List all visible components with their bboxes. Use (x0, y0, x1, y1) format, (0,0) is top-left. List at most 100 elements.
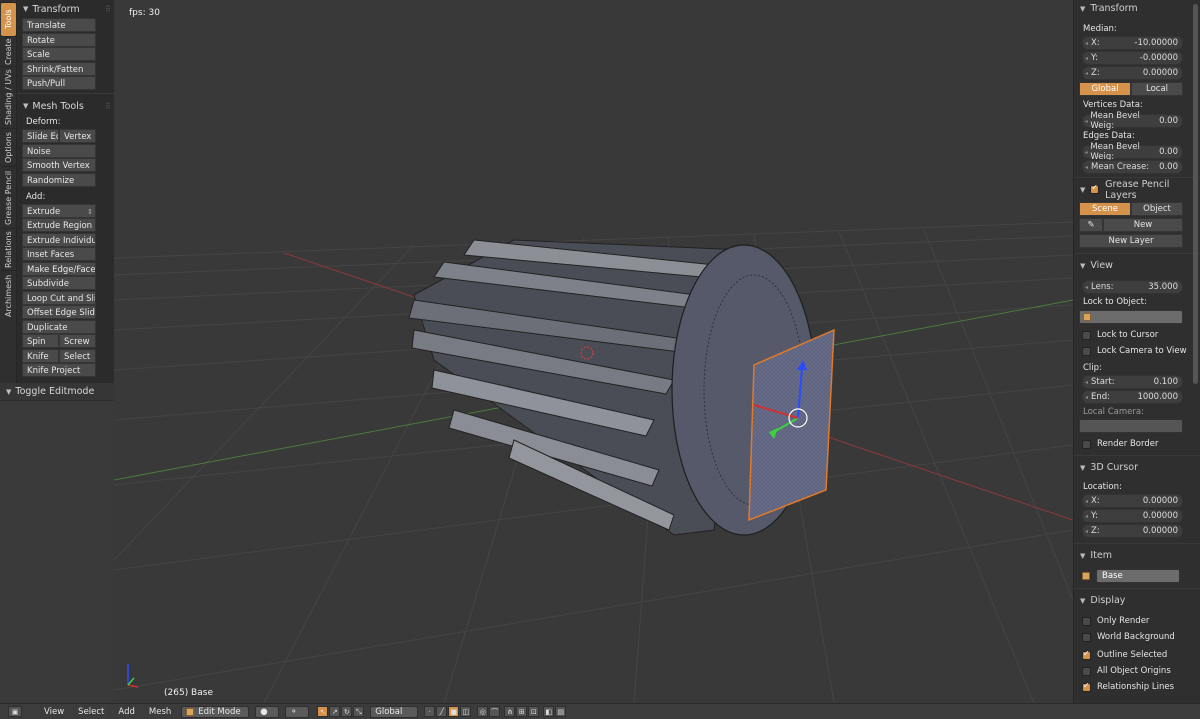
decrement-arrow-icon[interactable]: ◂ (1083, 40, 1090, 47)
decrement-arrow-icon[interactable]: ◂ (1083, 379, 1090, 386)
decrement-arrow-icon[interactable]: ◂ (1083, 55, 1090, 62)
tab-grease-pencil[interactable]: Grease Pencil (1, 166, 16, 228)
noise-button[interactable]: Noise (22, 143, 96, 158)
mean-crease-field[interactable]: ◂ Mean Crease: 0.00 (1082, 160, 1183, 174)
transform-panel-header[interactable]: ▼ Transform ⠿ (17, 0, 114, 18)
cursor-z-field[interactable]: ◂ Z: 0.00000 (1082, 524, 1183, 538)
decrement-arrow-icon[interactable]: ◂ (1083, 528, 1090, 535)
median-y-field[interactable]: ◂ Y: -0.00000 (1082, 51, 1183, 65)
screw-button[interactable]: Screw (59, 334, 96, 348)
shrink-fatten-button[interactable]: Shrink/Fatten (22, 61, 96, 76)
outline-selected-row[interactable]: Outline Selected (1074, 647, 1200, 663)
redo-panel-header[interactable]: ▼ Toggle Editmode (0, 383, 114, 401)
world-background-checkbox[interactable] (1082, 632, 1091, 642)
properties-scrollbar[interactable] (1193, 4, 1198, 384)
scale-button[interactable]: Scale (22, 47, 96, 61)
3d-viewport[interactable]: fps: 30 (265) Base (114, 0, 1073, 703)
new-button[interactable]: New (1103, 218, 1183, 232)
display-section-header[interactable]: ▼ Display (1074, 592, 1200, 609)
offset-edge-slide-button[interactable]: Offset Edge Slide (22, 305, 96, 319)
duplicate-button[interactable]: Duplicate (22, 319, 96, 334)
local-camera-field[interactable] (1079, 419, 1183, 433)
lock-object-field[interactable] (1079, 310, 1183, 324)
edge-bevel-weight-field[interactable]: ◂ Mean Bevel Weig: 0.00 (1082, 142, 1183, 162)
local-button[interactable]: Local (1131, 82, 1183, 96)
snap-toggle-icon[interactable]: ⋔ (504, 706, 516, 717)
grease-pencil-checkbox[interactable] (1090, 183, 1100, 194)
decrement-arrow-icon[interactable]: ◂ (1083, 498, 1090, 505)
knife-select-button[interactable]: Select (59, 348, 96, 363)
make-edge-face-button[interactable]: Make Edge/Face (22, 261, 96, 276)
spin-button[interactable]: Spin (22, 334, 59, 348)
opengl-render-icon[interactable]: ▤ (555, 706, 567, 717)
transform-section-header[interactable]: ▼ Transform (1074, 0, 1200, 17)
extrude-dropdown[interactable]: Extrude (22, 203, 96, 218)
global-button[interactable]: Global (1079, 82, 1131, 96)
all-origins-checkbox[interactable] (1082, 666, 1091, 676)
3d-cursor-section-header[interactable]: ▼ 3D Cursor (1074, 459, 1200, 476)
tab-options[interactable]: Options (1, 128, 16, 166)
only-render-row[interactable]: Only Render (1074, 613, 1200, 629)
clip-end-field[interactable]: ◂ End: 1000.000 (1082, 390, 1183, 404)
snap-target-icon[interactable]: ⊡ (528, 706, 540, 717)
slide-edge-button[interactable]: Slide Ed (22, 129, 59, 143)
view-menu[interactable]: View (44, 707, 64, 717)
mode-dropdown[interactable]: Edit Mode (181, 705, 250, 718)
mesh-object[interactable] (408, 239, 835, 536)
drag-grip-icon[interactable]: ⠿ (105, 102, 111, 111)
pivot-dropdown[interactable]: ⚬ (285, 705, 310, 718)
translate-manipulator-icon[interactable]: ↗ (329, 706, 341, 717)
render-border-row[interactable]: Render Border (1074, 436, 1200, 452)
tab-relations[interactable]: Relations (1, 228, 16, 270)
view-section-header[interactable]: ▼ View (1074, 257, 1200, 274)
only-render-checkbox[interactable] (1082, 616, 1091, 626)
decrement-arrow-icon[interactable]: ◂ (1083, 70, 1090, 77)
lock-to-cursor-row[interactable]: Lock to Cursor (1074, 327, 1200, 343)
extrude-individual-button[interactable]: Extrude Individual (22, 232, 96, 247)
render-icon[interactable]: ◧ (543, 706, 555, 717)
tab-archimesh[interactable]: Archimesh (1, 270, 16, 320)
cursor-x-field[interactable]: ◂ X: 0.00000 (1082, 494, 1183, 508)
new-layer-button[interactable]: New Layer (1079, 234, 1183, 248)
scale-manipulator-icon[interactable]: ⤡ (353, 706, 365, 717)
decrement-arrow-icon[interactable]: ◂ (1083, 284, 1090, 291)
item-section-header[interactable]: ▼ Item (1074, 547, 1200, 564)
drag-grip-icon[interactable]: ⠿ (105, 5, 111, 14)
mesh-menu[interactable]: Mesh (149, 707, 171, 717)
select-menu[interactable]: Select (78, 707, 104, 717)
tab-create[interactable]: Create (1, 36, 16, 66)
viewport-scene[interactable] (114, 0, 1073, 703)
loop-cut-slide-button[interactable]: Loop Cut and Slide (22, 290, 96, 305)
randomize-button[interactable]: Randomize (22, 172, 96, 187)
rotate-button[interactable]: Rotate (22, 32, 96, 47)
manipulator-toggle-icon[interactable]: ↖ (317, 706, 329, 717)
shading-dropdown[interactable]: ● (255, 705, 280, 718)
tab-shading-uvs[interactable]: Shading / UVs (1, 66, 16, 128)
translate-button[interactable]: Translate (22, 18, 96, 32)
decrement-arrow-icon[interactable]: ◂ (1083, 513, 1090, 520)
push-pull-button[interactable]: Push/Pull (22, 76, 96, 90)
knife-project-button[interactable]: Knife Project (22, 363, 96, 377)
inset-faces-button[interactable]: Inset Faces (22, 247, 96, 261)
all-origins-row[interactable]: All Object Origins (1074, 663, 1200, 679)
lens-field[interactable]: ◂ Lens: 35.000 (1082, 280, 1183, 294)
object-button[interactable]: Object (1131, 202, 1183, 216)
snap-element-icon[interactable]: ⊞ (516, 706, 528, 717)
edge-select-icon[interactable]: ╱ (436, 706, 448, 717)
lock-camera-checkbox[interactable] (1082, 346, 1091, 356)
world-background-row[interactable]: World Background (1074, 629, 1200, 645)
orientation-dropdown[interactable]: Global (370, 705, 419, 718)
mesh-tools-panel-header[interactable]: ▼ Mesh Tools ⠿ (17, 97, 114, 115)
relationship-lines-row[interactable]: Relationship Lines (1074, 679, 1200, 695)
scene-button[interactable]: Scene (1079, 202, 1131, 216)
slide-vertex-button[interactable]: Vertex (59, 129, 96, 143)
clip-start-field[interactable]: ◂ Start: 0.100 (1082, 375, 1183, 389)
add-menu[interactable]: Add (118, 707, 134, 717)
vertex-bevel-weight-field[interactable]: ◂ Mean Bevel Weig: 0.00 (1082, 111, 1183, 131)
lock-to-cursor-checkbox[interactable] (1082, 330, 1091, 340)
extrude-region-button[interactable]: Extrude Region (22, 218, 96, 232)
outline-selected-checkbox[interactable] (1082, 649, 1091, 660)
proportional-falloff-icon[interactable]: ⌒ (489, 706, 501, 717)
knife-button[interactable]: Knife (22, 348, 59, 363)
rotate-manipulator-icon[interactable]: ↻ (341, 706, 353, 717)
